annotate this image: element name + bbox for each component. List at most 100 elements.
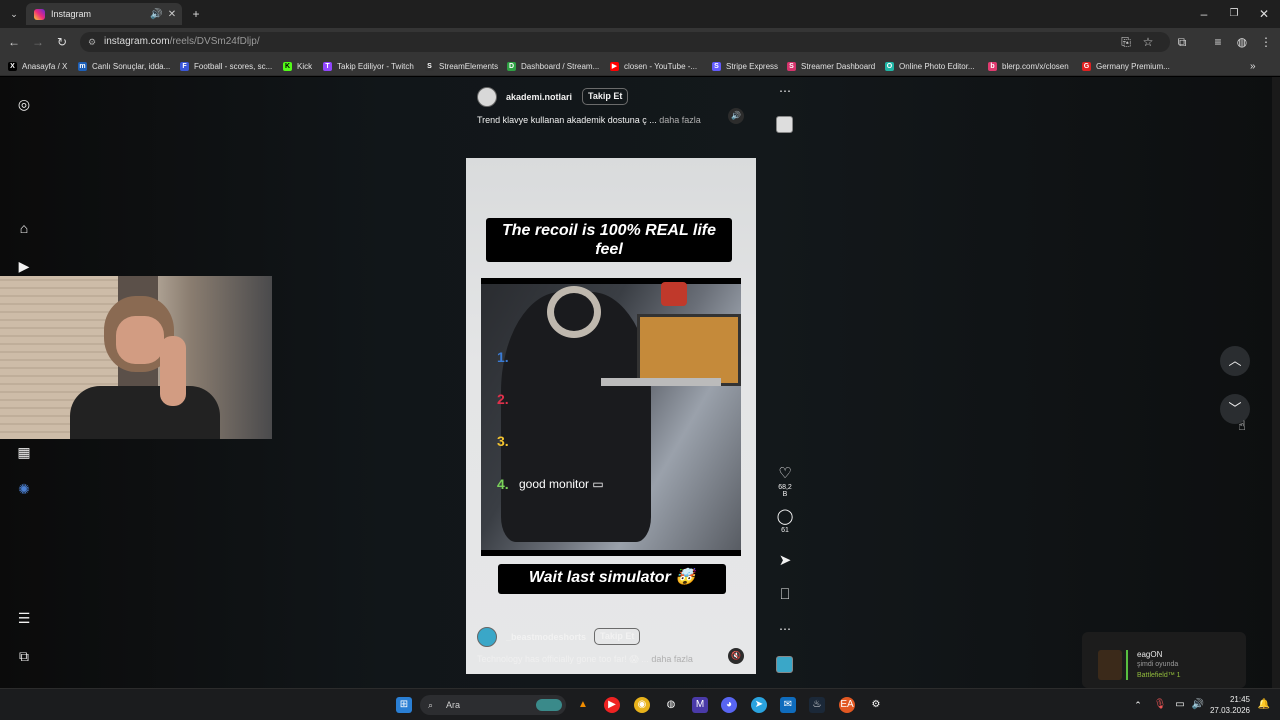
- bookmark-item[interactable]: T Takip Ediliyor - Twitch: [323, 59, 414, 73]
- bookmark-star-icon[interactable]: ☆: [1140, 34, 1156, 50]
- media-player-icon[interactable]: ▶: [604, 697, 620, 713]
- streamelements-icon: S: [425, 61, 434, 71]
- site-info-icon[interactable]: ⚙: [88, 32, 96, 52]
- install-app-icon[interactable]: ⎘: [1118, 34, 1134, 50]
- bookmark-item[interactable]: D Dashboard / Stream...: [507, 59, 599, 73]
- bookmark-item[interactable]: S StreamElements: [425, 59, 498, 73]
- system-clock[interactable]: 21:45 27.03.2026: [1210, 694, 1250, 716]
- blerp-icon: b: [988, 61, 997, 71]
- new-tab-button[interactable]: +: [188, 6, 204, 22]
- bookmark-item[interactable]: K Kick: [283, 59, 312, 73]
- back-arrow-icon[interactable]: ←: [6, 34, 22, 50]
- tab-close-icon[interactable]: ✕: [166, 9, 178, 20]
- app-m-icon[interactable]: M: [692, 697, 708, 713]
- bookmark-item[interactable]: G Germany Premium...: [1082, 59, 1170, 73]
- more-options-icon[interactable]: ⋯: [776, 84, 794, 98]
- share-button[interactable]: ➤: [776, 553, 794, 569]
- like-button[interactable]: ♡ 68,2 B: [776, 466, 794, 499]
- windows-taskbar: ⊞ ⌕ Ara ▲ ▶ ◉ ◍ M ◕ ➤ ✉ ♨ EA ⚙ ⌃ 🎙 ▭ 🔊 21…: [0, 688, 1280, 720]
- dashboard-icon[interactable]: ▦: [16, 444, 32, 460]
- restore-button[interactable]: ❐: [1226, 6, 1242, 22]
- bookmark-item[interactable]: X Anasayfa / X: [8, 59, 67, 73]
- instagram-logo-icon[interactable]: ◎: [16, 96, 32, 112]
- more-link[interactable]: daha fazla: [651, 654, 693, 664]
- profile-icon[interactable]: ◍: [1234, 34, 1250, 50]
- audio-thumbnail[interactable]: [776, 656, 793, 673]
- bookmark-item[interactable]: S Streamer Dashboard: [787, 59, 875, 73]
- bookmark-icon: ⎕: [780, 586, 790, 603]
- username-link[interactable]: _beastmodeshorts: [506, 632, 586, 642]
- streamer-dashboard-icon: S: [787, 61, 796, 71]
- bookmark-item[interactable]: ▶ closen - YouTube -...: [610, 59, 697, 73]
- notifications-icon[interactable]: 🔔: [1256, 697, 1272, 713]
- avatar[interactable]: [477, 627, 497, 647]
- comment-icon: ◯: [776, 508, 794, 525]
- window-close-button[interactable]: ✕: [1256, 6, 1272, 22]
- follow-button[interactable]: Takip Et: [594, 628, 641, 645]
- tab-instagram[interactable]: Instagram 🔊 ✕: [26, 3, 182, 25]
- bookmarks-bar: X Anasayfa / X m Canlı Sonuçlar, idda... F…: [0, 56, 1280, 76]
- outlook-icon[interactable]: ✉: [780, 697, 796, 713]
- send-icon: ➤: [778, 552, 792, 569]
- forward-arrow-icon[interactable]: →: [30, 34, 46, 50]
- bookmark-item[interactable]: m Canlı Sonuçlar, idda...: [78, 59, 170, 73]
- tab-audio-icon[interactable]: 🔊: [150, 9, 162, 20]
- reload-icon[interactable]: ↻: [54, 34, 70, 50]
- bookmark-item[interactable]: b blerp.com/x/closen: [988, 59, 1069, 73]
- microphone-icon[interactable]: 🎙: [1152, 697, 1168, 713]
- germany-icon: G: [1082, 61, 1091, 71]
- video-bottom-caption: Wait last simulator 🤯: [498, 564, 726, 594]
- status-bar: [1126, 650, 1128, 680]
- game-avatar: [1098, 650, 1122, 680]
- audio-icon[interactable]: 🔊: [728, 108, 744, 124]
- chrome-icon[interactable]: ◉: [634, 697, 650, 713]
- comment-button[interactable]: ◯ 61: [776, 508, 794, 535]
- also-from-meta-icon[interactable]: ⧉: [16, 648, 32, 664]
- tab-title: Instagram: [51, 9, 92, 19]
- more-options-icon[interactable]: ⋯: [776, 622, 794, 636]
- comment-count: 61: [781, 527, 789, 534]
- steam-icon[interactable]: ♨: [809, 697, 825, 713]
- bookmark-item[interactable]: S Stripe Express: [712, 59, 778, 73]
- volume-icon[interactable]: 🔊: [1190, 697, 1206, 713]
- extensions-icon[interactable]: ⧉: [1174, 34, 1190, 50]
- previous-reel-button[interactable]: ︿: [1220, 346, 1250, 376]
- minimize-button[interactable]: –: [1196, 6, 1212, 22]
- more-menu-icon[interactable]: ☰: [16, 610, 32, 626]
- bookmark-item[interactable]: O Online Photo Editor...: [885, 59, 975, 73]
- settings-icon[interactable]: ⚙: [868, 697, 884, 713]
- browser-toolbar: ← → ↻ ⚙ instagram.com/reels/DVSm24fDljp/…: [0, 28, 1280, 56]
- more-link[interactable]: daha fazla: [659, 115, 701, 125]
- save-button[interactable]: ⎕: [776, 587, 794, 603]
- tab-list-chevron-icon[interactable]: ⌄: [6, 6, 22, 22]
- follow-button[interactable]: Takip Et: [582, 88, 629, 105]
- avatar[interactable]: [477, 87, 497, 107]
- browser-menu-icon[interactable]: ⋮: [1258, 34, 1274, 50]
- media-controls-icon[interactable]: ≡: [1210, 34, 1226, 50]
- ea-icon[interactable]: EA: [839, 697, 855, 713]
- steam-notification[interactable]: eagON şimdi oyunda Battlefield™ 1: [1082, 632, 1246, 688]
- bookmarks-overflow-icon[interactable]: »: [1250, 59, 1256, 73]
- vlc-icon[interactable]: ▲: [575, 697, 591, 713]
- instagram-favicon-icon: [34, 8, 45, 20]
- scrollbar[interactable]: [1272, 77, 1280, 688]
- windows-start-icon[interactable]: ⊞: [396, 697, 412, 713]
- red-item: [661, 282, 687, 306]
- meta-ai-icon[interactable]: ✺: [16, 481, 32, 497]
- tray-chevron-icon[interactable]: ⌃: [1130, 697, 1146, 713]
- network-icon[interactable]: ▭: [1172, 697, 1188, 713]
- search-icon: ⌕: [428, 700, 434, 710]
- bookmark-item[interactable]: F Football - scores, sc...: [180, 59, 272, 73]
- address-bar[interactable]: ⚙ instagram.com/reels/DVSm24fDljp/: [80, 32, 1170, 52]
- obs-icon[interactable]: ◍: [663, 697, 679, 713]
- username-link[interactable]: akademi.notlari: [506, 92, 572, 102]
- discord-icon[interactable]: ◕: [721, 697, 737, 713]
- audio-thumbnail[interactable]: [776, 116, 793, 133]
- friend-game: Battlefield™ 1: [1137, 672, 1181, 679]
- home-icon[interactable]: ⌂: [16, 220, 32, 236]
- gun-controller: [601, 378, 721, 386]
- mute-icon[interactable]: 🔇: [728, 648, 744, 664]
- reels-icon[interactable]: ▶: [16, 258, 32, 274]
- list-number: 2.: [497, 391, 509, 407]
- telegram-icon[interactable]: ➤: [751, 697, 767, 713]
